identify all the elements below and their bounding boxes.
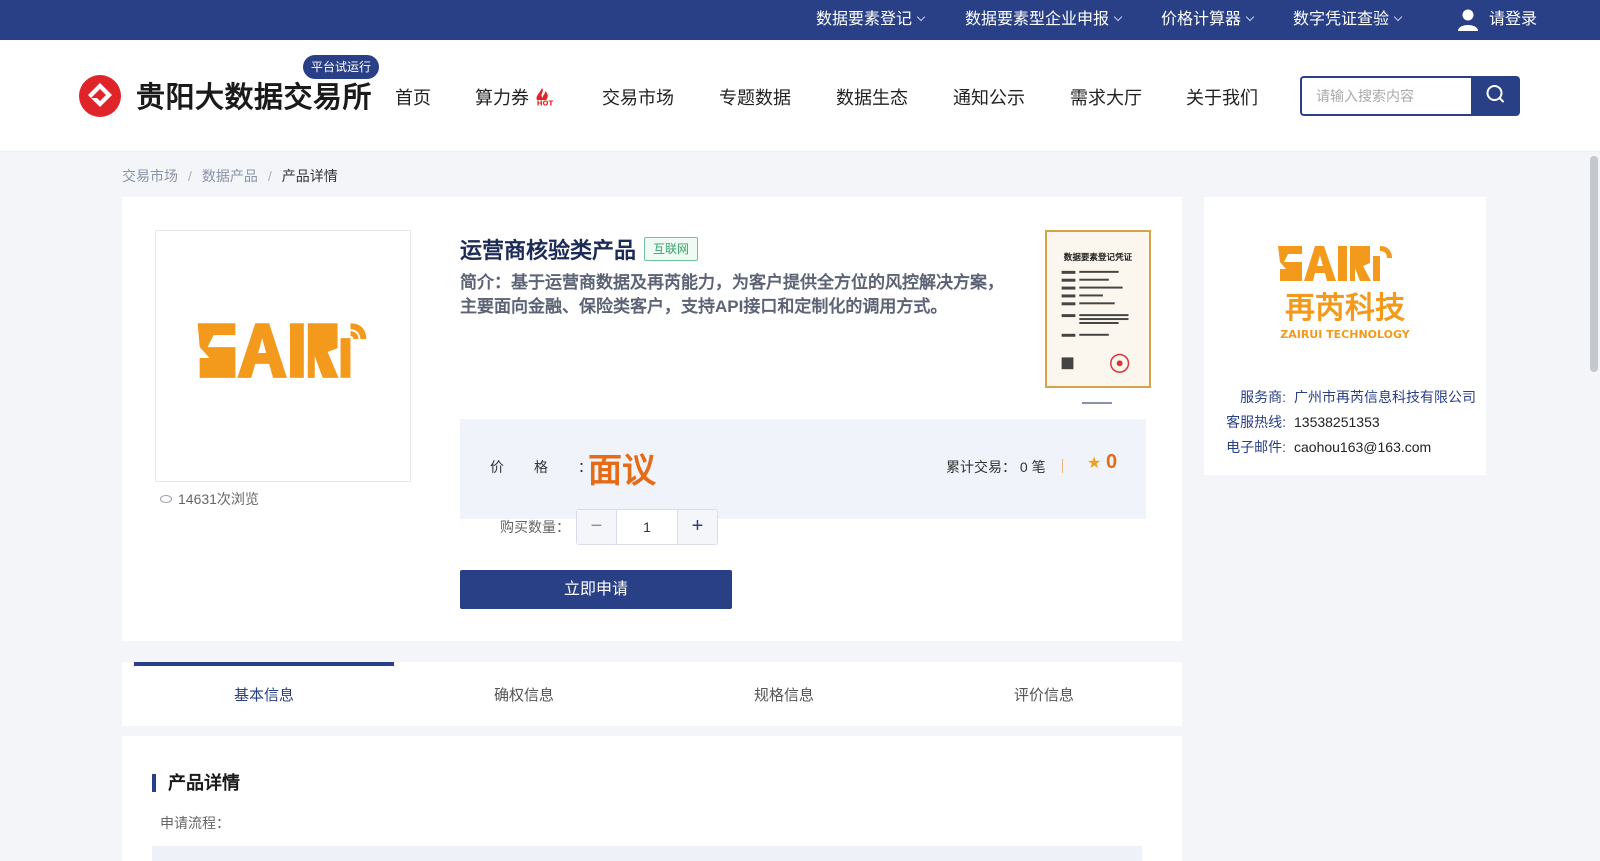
eye-icon — [160, 495, 172, 503]
search-button[interactable] — [1471, 76, 1520, 116]
menu-enterprise-declaration[interactable]: 数据要素型企业申报 — [965, 0, 1123, 40]
product-detail-section: 产品详情 申请流程： — [122, 736, 1182, 861]
login-label: 请登录 — [1489, 11, 1538, 28]
hotline-label: 客服热线: — [1226, 414, 1286, 430]
menu-label: 价格计算器 — [1161, 11, 1242, 28]
provider-email-row: 电子邮件: caohou163@163.com — [1224, 437, 1431, 457]
provider-card: 再芮科技 ZAIRUI TECHNOLOGY 服务商: 广州市再芮信息科技有限公司… — [1204, 197, 1486, 475]
provider-logo-icon: 再芮科技 ZAIRUI TECHNOLOGY — [1278, 246, 1411, 341]
nav-topic-data[interactable]: 专题数据 — [719, 84, 791, 110]
chevron-down-icon — [1393, 12, 1403, 22]
provider-logo-en: ZAIRUI TECHNOLOGY — [1280, 328, 1411, 341]
certificate-body-icon — [1061, 270, 1130, 373]
main-header: 贵阳大数据交易所 平台试运行 首页 算力券 HOT 交易市场 专题数据 数据生态… — [0, 40, 1600, 152]
scrollbar-thumb[interactable] — [1590, 156, 1598, 372]
brand-name[interactable]: 贵阳大数据交易所 — [136, 74, 372, 116]
email-value: caohou163@163.com — [1294, 439, 1432, 455]
user-icon — [1458, 9, 1478, 31]
breadcrumb-current: 产品详情 — [281, 168, 338, 184]
product-image — [155, 230, 411, 482]
menu-label: 数字凭证查验 — [1293, 11, 1390, 28]
category-tag: 互联网 — [644, 237, 699, 261]
product-title: 运营商核验类产品 — [460, 238, 637, 263]
login-link[interactable]: 请登录 — [1457, 0, 1537, 40]
provider-hotline-row: 客服热线: 13538251353 — [1224, 412, 1380, 432]
chevron-down-icon — [1113, 12, 1123, 22]
price-panel: 价格： 面议 累计交易： 0 笔 ★ 0 — [460, 419, 1146, 519]
nav-notices[interactable]: 通知公示 — [953, 84, 1025, 110]
service-label: 服务商: — [1240, 389, 1286, 405]
email-label: 电子邮件: — [1226, 439, 1286, 455]
nav-ecosystem[interactable]: 数据生态 — [836, 84, 908, 110]
certificate-title: 数据要素登记凭证 — [1063, 252, 1133, 262]
apply-flow-panel — [152, 846, 1142, 861]
breadcrumb-separator: / — [188, 168, 192, 184]
decrease-button[interactable]: − — [577, 510, 617, 544]
trade-count: 累计交易： 0 笔 — [946, 459, 1046, 475]
view-count-label: 14631次浏览 — [178, 491, 259, 507]
menu-data-registration[interactable]: 数据要素登记 — [816, 0, 926, 40]
hot-flame-icon: HOT — [536, 88, 554, 107]
tab-review-info[interactable]: 评价信息 — [914, 662, 1174, 726]
nav-about[interactable]: 关于我们 — [1186, 84, 1258, 110]
nav-home[interactable]: 首页 — [395, 84, 431, 110]
breadcrumb-data-products[interactable]: 数据产品 — [202, 168, 258, 184]
search-icon — [1486, 85, 1504, 103]
apply-flow-label: 申请流程： — [160, 815, 230, 831]
nav-compute-voucher[interactable]: 算力券 — [475, 84, 529, 110]
star-icon: ★ — [1087, 455, 1102, 472]
nav-demand-hall[interactable]: 需求大厅 — [1070, 84, 1142, 110]
rating-value: 0 — [1106, 451, 1118, 473]
breadcrumb-separator: / — [267, 168, 272, 184]
chevron-down-icon — [916, 12, 926, 22]
menu-price-calculator[interactable]: 价格计算器 — [1161, 0, 1255, 40]
quantity-label: 购买数量： — [500, 519, 570, 535]
apply-button[interactable]: 立即申请 — [460, 570, 732, 609]
brand-logo-icon[interactable] — [79, 75, 121, 117]
quantity-input[interactable]: 1 — [617, 510, 677, 544]
provider-name-link[interactable]: 广州市再芮信息科技有限公司 — [1294, 389, 1476, 405]
menu-label: 数据要素型企业申报 — [965, 11, 1110, 28]
detail-tabs: 基本信息 确权信息 规格信息 评价信息 — [122, 662, 1182, 726]
menu-certificate-check[interactable]: 数字凭证查验 — [1293, 0, 1403, 40]
product-intro: 简介：基于运营商数据及再芮能力，为客户提供全方位的风控解决方案，主要面向金融、保… — [460, 273, 1004, 316]
view-count: 14631次浏览 — [160, 489, 259, 509]
tab-spec-info[interactable]: 规格信息 — [654, 662, 914, 726]
product-card: 14631次浏览 运营商核验类产品 互联网 简介：基于运营商数据及再芮能力，为客… — [122, 197, 1182, 641]
search-input[interactable] — [1300, 76, 1472, 116]
tab-rights-info[interactable]: 确权信息 — [394, 662, 654, 726]
quantity-stepper: − 1 + — [576, 509, 718, 545]
price-value: 面议 — [588, 452, 656, 490]
svg-text:HOT: HOT — [537, 100, 554, 107]
detail-title: 产品详情 — [152, 774, 240, 792]
increase-button[interactable]: + — [677, 510, 717, 544]
page-scrollbar[interactable] — [1587, 154, 1600, 861]
breadcrumb-market[interactable]: 交易市场 — [122, 168, 178, 184]
nav-market[interactable]: 交易市场 — [602, 84, 674, 110]
registration-certificate[interactable]: 数据要素登记凭证 — [1045, 230, 1151, 388]
tab-basic-info[interactable]: 基本信息 — [134, 662, 394, 726]
provider-logo-cn: 再芮科技 — [1285, 291, 1405, 326]
divider — [1062, 459, 1063, 473]
zairui-logo-icon — [197, 323, 367, 378]
provider-service-row: 服务商: 广州市再芮信息科技有限公司 — [1224, 387, 1476, 407]
breadcrumb: 交易市场 / 数据产品 / 产品详情 — [122, 166, 338, 186]
trial-badge: 平台试运行 — [303, 55, 380, 79]
certificate-indicator[interactable] — [1082, 402, 1112, 404]
chevron-down-icon — [1245, 12, 1255, 22]
menu-label: 数据要素登记 — [816, 11, 913, 28]
hotline-value: 13538251353 — [1294, 414, 1380, 430]
top-utility-bar: 数据要素登记 数据要素型企业申报 价格计算器 数字凭证查验 请登录 — [0, 0, 1600, 40]
